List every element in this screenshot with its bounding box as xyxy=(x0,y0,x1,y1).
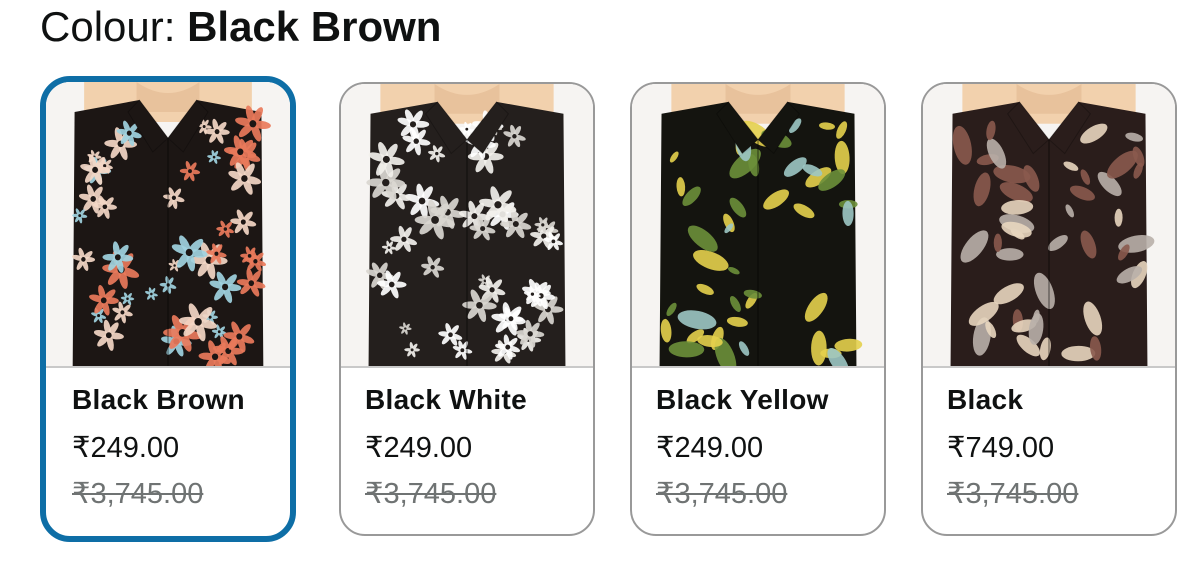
swatch-name: Black xyxy=(947,384,1024,415)
shirt-black-image xyxy=(923,84,1175,368)
colour-swatch-black-yellow[interactable]: Black Yellow ₹249.00 ₹3,745.00 xyxy=(630,82,886,536)
colour-heading: Colour: Black Brown xyxy=(40,2,441,52)
colour-swatch-black-brown[interactable]: Black Brown ₹249.00 ₹3,745.00 xyxy=(40,76,296,542)
swatch-mrp: ₹3,745.00 xyxy=(947,478,1079,510)
colour-label: Colour: xyxy=(40,3,188,50)
swatch-mrp: ₹3,745.00 xyxy=(656,478,788,510)
colour-swatch-black[interactable]: Black ₹749.00 ₹3,745.00 xyxy=(921,82,1177,536)
swatch-price: ₹749.00 xyxy=(947,432,1055,464)
selected-colour-name: Black Brown xyxy=(187,3,442,50)
swatch-name: Black Brown xyxy=(72,384,245,415)
shirt-tropical-black-yellow-icon xyxy=(632,84,884,366)
shirt-black-yellow-image xyxy=(632,84,884,368)
colour-swatch-black-white[interactable]: Black White ₹249.00 ₹3,745.00 xyxy=(339,82,595,536)
shirt-black-brown-image xyxy=(46,82,290,368)
swatch-price: ₹249.00 xyxy=(656,432,764,464)
swatch-name: Black White xyxy=(365,384,528,415)
swatch-price: ₹249.00 xyxy=(72,432,180,464)
swatch-mrp: ₹3,745.00 xyxy=(365,478,497,510)
swatch-price: ₹249.00 xyxy=(365,432,473,464)
shirt-black-white-image xyxy=(341,84,593,368)
swatch-mrp: ₹3,745.00 xyxy=(72,478,204,510)
swatch-name: Black Yellow xyxy=(656,384,829,415)
shirt-floral-black-white-icon xyxy=(341,84,593,366)
shirt-tropical-black-icon xyxy=(923,84,1175,366)
shirt-floral-black-brown-icon xyxy=(46,82,290,366)
